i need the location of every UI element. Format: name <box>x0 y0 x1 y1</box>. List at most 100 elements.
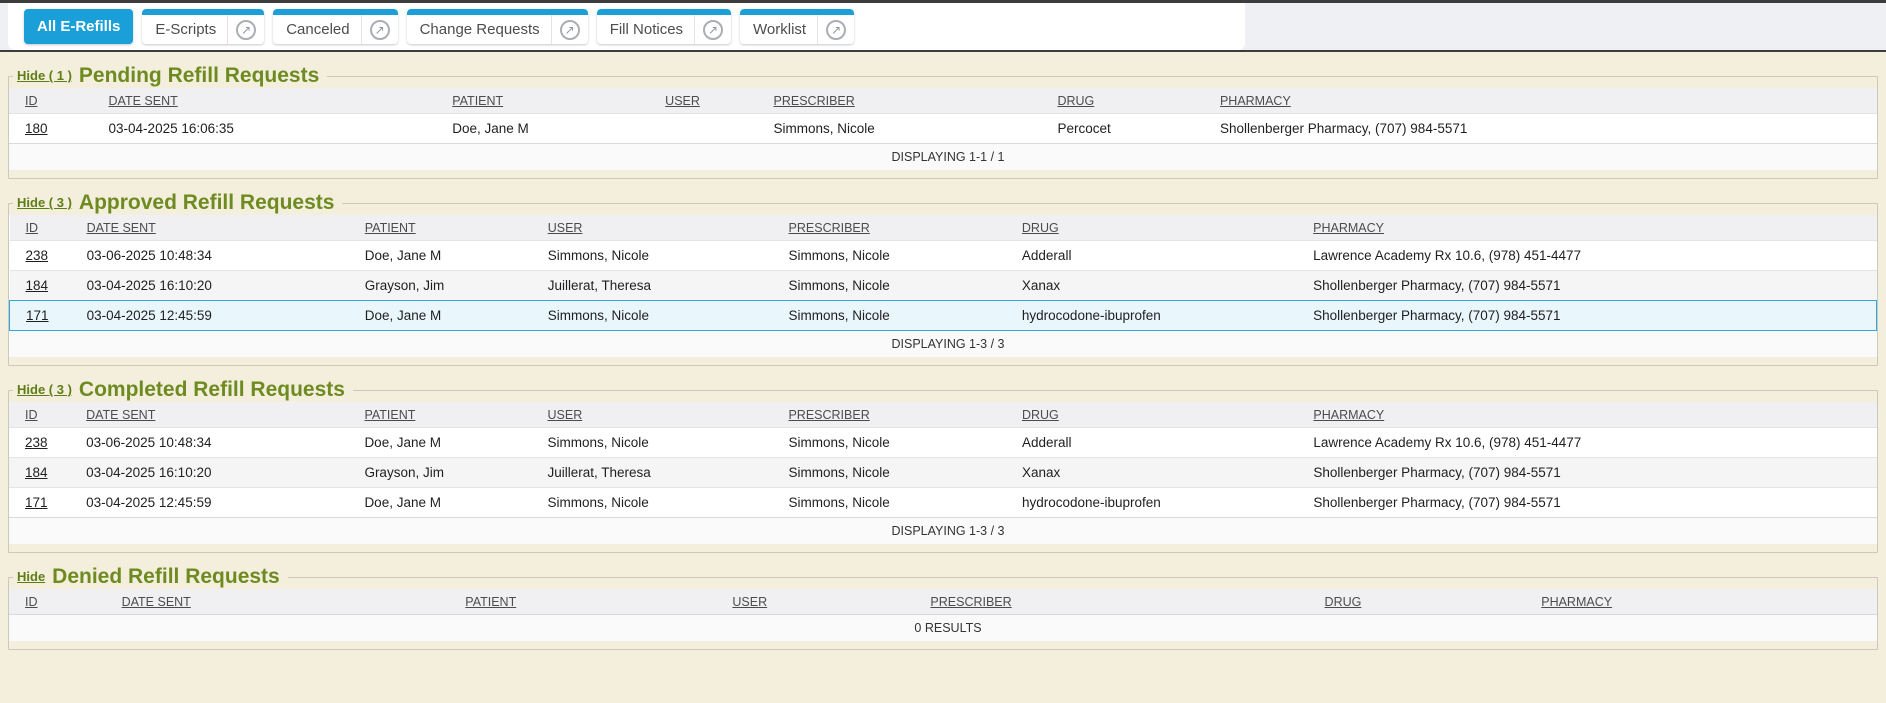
tab-worklist[interactable]: Worklist ↗ <box>740 9 854 44</box>
arrow-up-right-icon: ↗ <box>703 20 723 40</box>
column-header-pharmacy[interactable]: PHARMACY <box>1212 88 1877 114</box>
section-legend: Hide ( 3 )Completed Refill Requests <box>13 378 353 402</box>
column-header-patient[interactable]: PATIENT <box>356 402 539 428</box>
drug-cell: Adderall <box>1014 428 1305 458</box>
prescriber-cell: Simmons, Nicole <box>781 271 1014 301</box>
approved-refills-table: ID DATE SENT PATIENT USER PRESCRIBER DRU… <box>9 215 1877 357</box>
section-denied-refill-requests: HideDenied Refill Requests ID DATE SENT … <box>8 565 1878 650</box>
table-header-row: ID DATE SENT PATIENT USER PRESCRIBER DRU… <box>9 589 1877 615</box>
table-row[interactable]: 184 03-04-2025 16:10:20 Grayson, Jim Jui… <box>9 458 1877 488</box>
section-legend: Hide ( 1 ) Pending Refill Requests <box>13 64 327 88</box>
table-row[interactable]: 238 03-06-2025 10:48:34 Doe, Jane M Simm… <box>9 428 1877 458</box>
section-legend: Hide ( 3 )Approved Refill Requests <box>13 191 342 215</box>
pharmacy-cell: Shollenberger Pharmacy, (707) 984-5571 <box>1305 488 1877 518</box>
patient-cell: Doe, Jane M <box>357 241 540 271</box>
open-in-new-window-button[interactable]: ↗ <box>694 15 731 44</box>
table-row[interactable]: 238 03-06-2025 10:48:34 Doe, Jane M Simm… <box>10 241 1877 271</box>
column-header-date-sent[interactable]: DATE SENT <box>78 402 356 428</box>
column-header-date-sent[interactable]: DATE SENT <box>114 589 458 615</box>
open-in-new-window-button[interactable]: ↗ <box>817 15 854 44</box>
column-header-date-sent[interactable]: DATE SENT <box>101 88 445 114</box>
denied-refills-table: ID DATE SENT PATIENT USER PRESCRIBER DRU… <box>9 589 1877 641</box>
tab-fill-notices[interactable]: Fill Notices ↗ <box>597 9 731 44</box>
column-header-drug[interactable]: DRUG <box>1317 589 1534 615</box>
arrow-up-right-icon: ↗ <box>826 20 846 40</box>
table-row[interactable]: 184 03-04-2025 16:10:20 Grayson, Jim Jui… <box>10 271 1877 301</box>
section-title: Pending Refill Requests <box>79 64 319 87</box>
column-header-date-sent[interactable]: DATE SENT <box>79 215 357 241</box>
pharmacy-cell: Shollenberger Pharmacy, (707) 984-5571 <box>1305 271 1876 301</box>
section-approved-refill-requests: Hide ( 3 )Approved Refill Requests ID DA… <box>8 191 1878 366</box>
table-row-selected[interactable]: 171 03-04-2025 12:45:59 Doe, Jane M Simm… <box>10 301 1877 331</box>
column-header-prescriber[interactable]: PRESCRIBER <box>781 215 1014 241</box>
prescriber-cell: Simmons, Nicole <box>766 114 1050 144</box>
patient-cell: Doe, Jane M <box>356 488 539 518</box>
column-header-pharmacy[interactable]: PHARMACY <box>1533 589 1877 615</box>
column-header-id[interactable]: ID <box>9 88 101 114</box>
patient-cell: Doe, Jane M <box>444 114 657 144</box>
patient-cell: Grayson, Jim <box>357 271 540 301</box>
column-header-prescriber[interactable]: PRESCRIBER <box>922 589 1316 615</box>
hide-toggle-link[interactable]: Hide ( 1 ) <box>17 68 72 83</box>
refill-id-link[interactable]: 171 <box>9 488 78 518</box>
tab-bar: All E-Refills E-Scripts ↗ Canceled ↗ <box>8 3 1245 44</box>
table-footer-row: DISPLAYING 1-3 / 3 <box>9 518 1877 545</box>
hide-toggle-link[interactable]: Hide ( 3 ) <box>17 382 72 397</box>
tab-label: Canceled <box>273 21 360 38</box>
user-cell: Juillerat, Theresa <box>540 458 781 488</box>
tab-e-scripts[interactable]: E-Scripts ↗ <box>142 9 264 44</box>
drug-cell: hydrocodone-ibuprofen <box>1014 488 1305 518</box>
section-pending-refill-requests: Hide ( 1 ) Pending Refill Requests ID DAT… <box>8 64 1878 179</box>
patient-cell: Grayson, Jim <box>356 458 539 488</box>
table-footer-row: 0 RESULTS <box>9 615 1877 642</box>
date-sent-cell: 03-04-2025 16:06:35 <box>101 114 445 144</box>
prescriber-cell: Simmons, Nicole <box>780 428 1014 458</box>
column-header-patient[interactable]: PATIENT <box>444 88 657 114</box>
date-sent-cell: 03-06-2025 10:48:34 <box>79 241 357 271</box>
column-header-prescriber[interactable]: PRESCRIBER <box>780 402 1014 428</box>
open-in-new-window-button[interactable]: ↗ <box>361 15 398 44</box>
completed-refills-table: ID DATE SENT PATIENT USER PRESCRIBER DRU… <box>9 402 1877 544</box>
column-header-user[interactable]: USER <box>724 589 922 615</box>
refill-id-link[interactable]: 184 <box>10 271 79 301</box>
column-header-pharmacy[interactable]: PHARMACY <box>1305 215 1876 241</box>
pharmacy-cell: Shollenberger Pharmacy, (707) 984-5571 <box>1212 114 1877 144</box>
refill-id-link[interactable]: 180 <box>9 114 101 144</box>
date-sent-cell: 03-04-2025 16:10:20 <box>79 271 357 301</box>
refill-id-link[interactable]: 171 <box>10 301 79 331</box>
table-row[interactable]: 171 03-04-2025 12:45:59 Doe, Jane M Simm… <box>9 488 1877 518</box>
tab-canceled[interactable]: Canceled ↗ <box>273 9 397 44</box>
hide-toggle-link[interactable]: Hide <box>17 569 45 584</box>
arrow-up-right-icon: ↗ <box>236 20 256 40</box>
drug-cell: Xanax <box>1014 271 1305 301</box>
refill-id-link[interactable]: 238 <box>10 241 79 271</box>
column-header-prescriber[interactable]: PRESCRIBER <box>766 88 1050 114</box>
column-header-user[interactable]: USER <box>657 88 765 114</box>
open-in-new-window-button[interactable]: ↗ <box>227 15 264 44</box>
tab-label: Change Requests <box>407 21 551 38</box>
user-cell: Simmons, Nicole <box>540 241 781 271</box>
tab-label: Fill Notices <box>597 21 694 38</box>
tab-all-e-refills[interactable]: All E-Refills <box>24 9 133 44</box>
table-row[interactable]: 180 03-04-2025 16:06:35 Doe, Jane M Simm… <box>9 114 1877 144</box>
column-header-patient[interactable]: PATIENT <box>357 215 540 241</box>
refill-id-link[interactable]: 184 <box>9 458 78 488</box>
drug-cell: Adderall <box>1014 241 1305 271</box>
date-sent-cell: 03-06-2025 10:48:34 <box>78 428 356 458</box>
drug-cell: hydrocodone-ibuprofen <box>1014 301 1305 331</box>
column-header-user[interactable]: USER <box>540 215 781 241</box>
column-header-drug[interactable]: DRUG <box>1014 402 1305 428</box>
hide-toggle-link[interactable]: Hide ( 3 ) <box>17 195 72 210</box>
column-header-id[interactable]: ID <box>10 215 79 241</box>
tab-change-requests[interactable]: Change Requests ↗ <box>407 9 588 44</box>
column-header-drug[interactable]: DRUG <box>1014 215 1305 241</box>
column-header-user[interactable]: USER <box>540 402 781 428</box>
column-header-pharmacy[interactable]: PHARMACY <box>1305 402 1877 428</box>
open-in-new-window-button[interactable]: ↗ <box>551 15 588 44</box>
refill-id-link[interactable]: 238 <box>9 428 78 458</box>
date-sent-cell: 03-04-2025 16:10:20 <box>78 458 356 488</box>
column-header-drug[interactable]: DRUG <box>1049 88 1212 114</box>
column-header-id[interactable]: ID <box>9 402 78 428</box>
column-header-patient[interactable]: PATIENT <box>457 589 724 615</box>
column-header-id[interactable]: ID <box>9 589 114 615</box>
